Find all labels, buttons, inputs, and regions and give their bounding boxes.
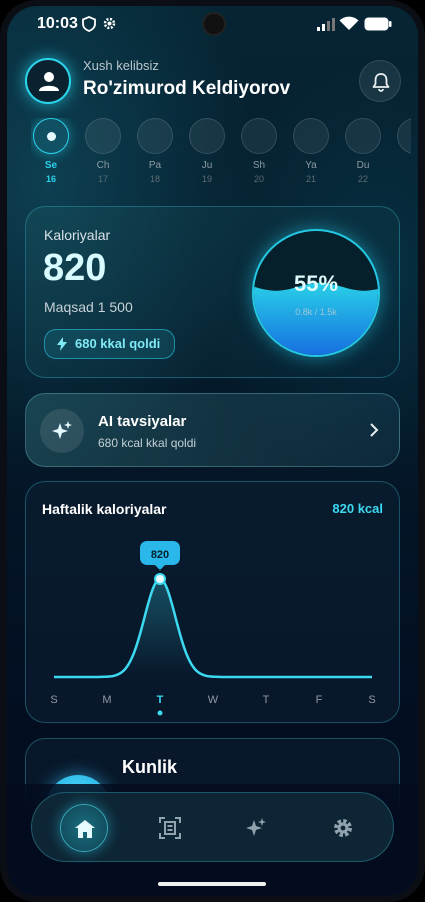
signal-icon — [317, 17, 335, 36]
day-item-se[interactable]: Se 16 — [33, 118, 69, 184]
day-item-du[interactable]: Du 22 — [345, 118, 381, 184]
day-selector: Se 16 Ch 17 Pa 18 Ju 19 Sh 20 Ya 21 Du 2… — [31, 118, 411, 190]
settings-icon — [334, 819, 352, 837]
calories-progress-gauge: 55% 0.8k / 1.5k — [252, 229, 380, 357]
weekly-tooltip-label: 820 — [151, 549, 169, 561]
ai-icon-badge — [40, 409, 84, 453]
weekly-tooltip-arrow — [155, 565, 165, 570]
gear-icon — [102, 16, 117, 36]
nav-settings-button[interactable] — [319, 804, 367, 852]
weekly-day-label[interactable]: F — [316, 694, 323, 706]
progress-percent: 55% — [293, 271, 339, 296]
weekly-day-label[interactable]: T — [157, 694, 164, 706]
day-circle — [397, 118, 411, 154]
bolt-icon — [57, 337, 67, 351]
home-indicator — [158, 882, 266, 886]
day-number: 17 — [97, 174, 108, 184]
battery-icon — [364, 17, 392, 36]
ai-title: AI tavsiyalar — [98, 413, 187, 430]
day-name: Ju — [201, 160, 213, 171]
day-circle — [189, 118, 225, 154]
calories-left-label: 680 kkal qoldi — [75, 336, 161, 351]
day-name: Se — [44, 160, 58, 171]
nav-home-button[interactable] — [60, 804, 108, 852]
day-item-pa[interactable]: Pa 18 — [137, 118, 173, 184]
weekly-day-label[interactable]: T — [263, 694, 270, 706]
calories-title: Kaloriyalar — [44, 227, 111, 243]
weekly-day-label[interactable]: M — [102, 694, 111, 706]
ai-subtitle: 680 kcal kkal qoldi — [98, 436, 197, 450]
day-item-ya[interactable]: Ya 21 — [293, 118, 329, 184]
day-number: 22 — [357, 174, 368, 184]
day-name: Ya — [305, 160, 317, 171]
day-circle — [345, 118, 381, 154]
day-number: 19 — [201, 174, 212, 184]
progress-subtext: 0.8k / 1.5k — [295, 307, 337, 317]
day-item-ju[interactable]: Ju 19 — [189, 118, 225, 184]
ai-recommendations-card[interactable]: AI tavsiyalar 680 kcal kkal qoldi — [25, 393, 400, 467]
day-item-sh[interactable]: Sh 20 — [241, 118, 277, 184]
greeting-text: Xush kelibsiz — [83, 58, 159, 73]
day-circle — [293, 118, 329, 154]
weekly-day-label[interactable]: S — [368, 694, 375, 706]
camera-cutout — [202, 12, 226, 36]
day-number: 18 — [149, 174, 160, 184]
shield-icon — [82, 16, 96, 37]
day-name: Sh — [252, 160, 266, 171]
weekly-line — [54, 577, 372, 679]
weekly-point-active[interactable] — [154, 573, 166, 585]
calories-value: 820 — [43, 247, 107, 289]
day-circle — [85, 118, 121, 154]
weekly-area — [54, 579, 372, 677]
day-item-ch[interactable]: Ch 17 — [85, 118, 121, 184]
day-name: Pa — [148, 160, 162, 171]
bell-icon — [372, 73, 390, 92]
status-bar: 10:03 — [7, 6, 418, 42]
avatar[interactable] — [25, 58, 71, 104]
scan-icon — [159, 817, 181, 839]
phone-frame: 10:03 Xush kelibsiz Ro'zimurod Keldiyoro… — [0, 0, 425, 902]
app-screen: 10:03 Xush kelibsiz Ro'zimurod Keldiyoro… — [7, 6, 418, 896]
notifications-button[interactable] — [359, 60, 401, 102]
day-circle — [137, 118, 173, 154]
day-number: 20 — [253, 174, 264, 184]
chevron-right-icon — [370, 423, 379, 437]
weekly-chart[interactable]: 820 S M T W T F S — [26, 482, 401, 724]
calories-left-badge: 680 kkal qoldi — [44, 329, 176, 359]
day-circle — [33, 118, 69, 154]
calories-goal: Maqsad 1 500 — [44, 299, 133, 315]
calories-card[interactable]: Kaloriyalar 820 Maqsad 1 500 680 kkal qo… — [25, 206, 400, 378]
sparkle-icon — [52, 421, 72, 439]
home-icon — [75, 820, 95, 838]
weekly-calories-card: Haftalik kaloriyalar 820 kcal 820 S M T W T F S — [25, 481, 400, 723]
day-item-next[interactable] — [397, 118, 411, 160]
user-name: Ro'zimurod Keldiyorov — [83, 78, 291, 99]
wifi-icon — [339, 16, 359, 36]
weekly-day-label[interactable]: S — [50, 694, 57, 706]
day-number: 16 — [45, 174, 56, 184]
day-number: 21 — [305, 174, 316, 184]
daily-title: Kunlik — [122, 757, 178, 777]
day-circle — [241, 118, 277, 154]
bottom-nav — [31, 792, 394, 862]
sparkle-icon — [246, 818, 266, 836]
status-time: 10:03 — [37, 15, 78, 32]
nav-ai-button[interactable] — [232, 804, 280, 852]
weekly-active-dot — [157, 710, 163, 716]
day-name: Ch — [96, 160, 110, 171]
weekly-day-label[interactable]: W — [208, 694, 219, 706]
day-name: Du — [356, 160, 370, 171]
user-icon — [39, 72, 59, 91]
nav-scan-button[interactable] — [146, 804, 194, 852]
